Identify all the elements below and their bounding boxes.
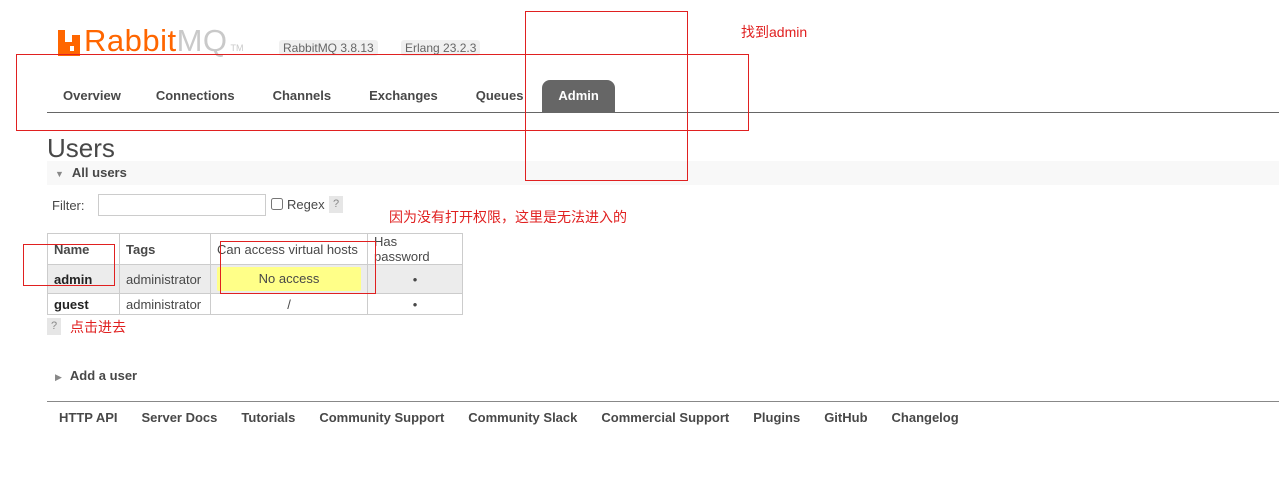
filter-input[interactable] [98,194,266,216]
filter-label: Filter: [52,198,85,213]
footer-link-commercial-support[interactable]: Commercial Support [589,409,741,427]
footer-link-changelog[interactable]: Changelog [880,409,971,427]
add-user-label: Add a user [69,368,138,383]
annotation-click-enter: 点击进去 [70,319,126,335]
footer-link-community-support[interactable]: Community Support [307,409,456,427]
add-user-section-toggle[interactable]: ▶ Add a user [47,364,1279,388]
column-header-has-password: Has password [367,233,463,265]
footer-link-server-docs[interactable]: Server Docs [130,409,230,427]
table-row[interactable]: guest administrator / • [47,293,463,315]
regex-checkbox[interactable] [271,198,283,210]
rabbit-logo-icon [58,30,80,56]
has-password-dot: • [367,293,463,315]
footer-link-tutorials[interactable]: Tutorials [229,409,307,427]
user-tags: administrator [119,264,211,294]
collapse-triangle-icon: ▼ [55,169,64,179]
footer-link-github[interactable]: GitHub [812,409,879,427]
annotation-box-admin-user [23,244,115,286]
annotation-find-admin: 找到admin [741,24,808,40]
has-password-dot: • [367,264,463,294]
annotation-box-no-access [220,241,376,294]
footer-links: HTTP API Server Docs Tutorials Community… [47,409,971,427]
section-title: All users [71,165,127,180]
logo-trademark: TM [230,43,244,53]
page-title: Users [47,133,115,163]
regex-label: Regex [287,197,325,212]
table-help-button[interactable]: ? [47,318,61,335]
user-vhosts: / [210,293,368,315]
annotation-box-admin-tab [525,11,688,181]
expand-triangle-icon: ▶ [55,372,62,382]
user-tags: administrator [119,293,211,315]
footer-divider [47,401,1279,402]
rabbitmq-logo: RabbitMQ TM [58,22,244,56]
column-header-tags: Tags [119,233,211,265]
footer-link-http-api[interactable]: HTTP API [47,409,130,427]
footer-link-community-slack[interactable]: Community Slack [456,409,589,427]
filter-help-button[interactable]: ? [329,196,343,213]
footer-link-plugins[interactable]: Plugins [741,409,812,427]
annotation-no-permission: 因为没有打开权限，这里是无法进入的 [389,209,627,225]
logo-text: RabbitMQ [84,23,228,58]
user-name-link[interactable]: guest [47,293,120,315]
